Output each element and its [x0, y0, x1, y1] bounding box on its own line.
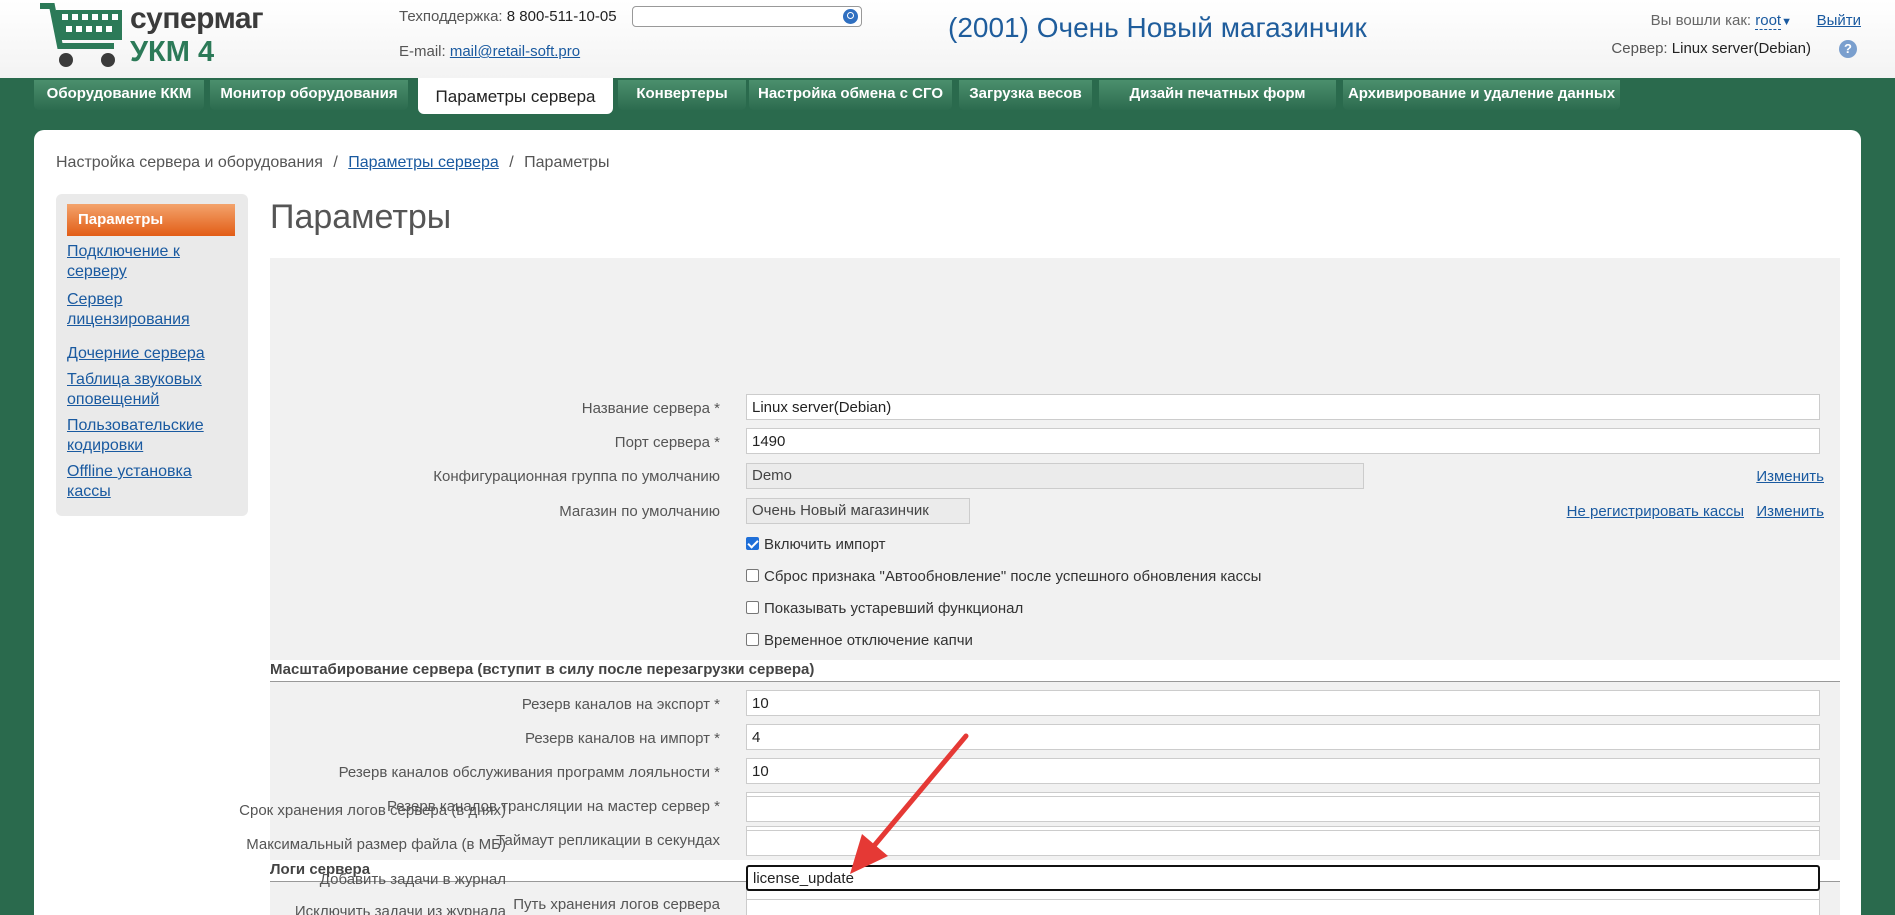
cart-logo-icon: [40, 2, 122, 67]
breadcrumb-sep: /: [509, 154, 514, 171]
logo[interactable]: супермаг УКМ 4: [38, 0, 264, 72]
logged-in-label: Вы вошли как:: [1650, 12, 1752, 29]
import-channels-field[interactable]: [746, 724, 1820, 750]
breadcrumb-parent-link[interactable]: Параметры сервера: [348, 154, 499, 171]
user-menu[interactable]: root: [1755, 12, 1782, 30]
page-title: Параметры: [270, 198, 452, 236]
checkbox-reset-autoupdate[interactable]: Сброс признака "Автообновление" после ус…: [746, 568, 1261, 585]
loyalty-channels-label: Резерв каналов обслуживания программ лоя…: [338, 764, 720, 781]
server-name: Linux server(Debian): [1671, 40, 1811, 57]
app-header: супермаг УКМ 4 Техподдержка: 8 800-511-1…: [0, 0, 1895, 78]
chevron-down-icon[interactable]: ▼: [1781, 16, 1792, 28]
logged-in-info: Вы вошли как: root▼: [1650, 12, 1792, 30]
no-register-link[interactable]: Не регистрировать кассы: [1567, 503, 1744, 520]
sidebar-item-child-servers[interactable]: Дочерние сервера: [67, 344, 239, 364]
brand-name: супермаг: [130, 2, 264, 35]
sidebar-item-server-connection[interactable]: Подключение к серверу: [67, 242, 239, 282]
change-store-link[interactable]: Изменить: [1756, 503, 1824, 520]
loyalty-channels-field[interactable]: [746, 758, 1820, 784]
email-label: E-mail:: [399, 43, 446, 60]
email-link[interactable]: mail@retail-soft.pro: [450, 43, 580, 60]
checkbox-icon[interactable]: [746, 633, 759, 646]
tab-equipment-monitor[interactable]: Монитор оборудования: [210, 80, 408, 110]
support-info: Техподдержка: 8 800-511-10-05: [399, 8, 617, 25]
config-group-label: Конфигурационная группа по умолчанию: [433, 468, 720, 485]
checkbox-icon[interactable]: [746, 601, 759, 614]
store-title: (2001) Очень Новый магазинчик: [948, 12, 1367, 43]
breadcrumb: Настройка сервера и оборудования / Парам…: [56, 154, 609, 172]
sidebar-item-offline-install[interactable]: Offline установка кассы: [67, 462, 239, 502]
server-name-field[interactable]: [746, 394, 1820, 420]
tab-server-params[interactable]: Параметры сервера: [418, 78, 613, 114]
default-store-value: Очень Новый магазинчик: [746, 498, 970, 524]
sidebar-item-license-server[interactable]: Сервер лицензирования: [67, 290, 239, 330]
tab-print-design[interactable]: Дизайн печатных форм: [1099, 80, 1336, 110]
exclude-tasks-label: Исключить задачи из журнала: [294, 903, 506, 915]
checkbox-enable-import[interactable]: Включить импорт: [746, 536, 886, 553]
server-label: Сервер:: [1611, 40, 1668, 57]
checkbox-disable-captcha[interactable]: Временное отключение капчи: [746, 632, 973, 649]
search-icon[interactable]: [843, 9, 858, 24]
replication-timeout-label: Таймаут репликации в секундах: [495, 832, 720, 849]
logout-link[interactable]: Выйти: [1817, 12, 1861, 29]
support-label: Техподдержка:: [399, 8, 503, 25]
sidebar-item-custom-encodings[interactable]: Пользовательские кодировки: [67, 416, 239, 456]
tab-kkm-equipment[interactable]: Оборудование ККМ: [34, 80, 204, 110]
main-panel: Настройка сервера и оборудования / Парам…: [34, 130, 1861, 915]
tab-converters[interactable]: Конвертеры: [618, 80, 746, 110]
tab-scales-load[interactable]: Загрузка весов: [959, 80, 1092, 110]
server-info: Сервер: Linux server(Debian): [1611, 40, 1811, 57]
exclude-tasks-field[interactable]: [746, 899, 1820, 915]
email-info: E-mail: mail@retail-soft.pro: [399, 43, 580, 60]
log-days-field[interactable]: [746, 796, 1820, 822]
default-store-label: Магазин по умолчанию: [559, 503, 720, 520]
server-port-field[interactable]: [746, 428, 1820, 454]
checkbox-show-deprecated[interactable]: Показывать устаревший функционал: [746, 600, 1023, 617]
sidebar-item-params[interactable]: Параметры: [67, 204, 235, 236]
brand-product: УКМ 4: [130, 36, 215, 68]
breadcrumb-sep: /: [333, 154, 338, 171]
search-input[interactable]: [632, 6, 862, 27]
export-channels-field[interactable]: [746, 690, 1820, 716]
import-channels-label: Резерв каналов на импорт *: [525, 730, 720, 747]
add-tasks-field[interactable]: [746, 865, 1820, 891]
change-config-group-link[interactable]: Изменить: [1756, 468, 1824, 485]
support-phone: 8 800-511-10-05: [506, 8, 617, 25]
sidebar-item-sound-alerts[interactable]: Таблица звуковых оповещений: [67, 370, 239, 410]
checkbox-label: Показывать устаревший функционал: [764, 600, 1024, 617]
checkbox-label: Сброс признака "Автообновление" после ус…: [764, 568, 1262, 585]
checkbox-label: Временное отключение капчи: [764, 632, 973, 649]
tab-sgo-exchange[interactable]: Настройка обмена с СГО: [749, 80, 952, 110]
breadcrumb-root: Настройка сервера и оборудования: [56, 154, 323, 171]
add-tasks-label: Добавить задачи в журнал: [319, 871, 506, 888]
scaling-section-header: Масштабирование сервера (вступит в силу …: [270, 660, 1840, 682]
checkbox-label: Включить импорт: [764, 536, 886, 553]
server-name-label: Название сервера *: [581, 400, 720, 417]
checkbox-checked-icon[interactable]: [746, 537, 759, 550]
log-days-label: Срок хранения логов сервера (в днях): [239, 802, 506, 819]
tab-archive-delete[interactable]: Архивирование и удаление данных: [1343, 80, 1620, 110]
checkbox-icon[interactable]: [746, 569, 759, 582]
help-icon[interactable]: ?: [1839, 40, 1857, 58]
export-channels-label: Резерв каналов на экспорт *: [521, 696, 720, 713]
max-file-field[interactable]: [746, 830, 1820, 856]
server-port-label: Порт сервера *: [614, 434, 720, 451]
max-file-label: Максимальный размер файла (в МБ): [246, 836, 506, 853]
config-group-value: Demo: [746, 463, 1364, 489]
sidebar: Параметры Подключение к серверу Сервер л…: [56, 194, 248, 516]
log-path-label: Путь хранения логов сервера: [513, 896, 720, 913]
breadcrumb-current: Параметры: [524, 154, 610, 171]
